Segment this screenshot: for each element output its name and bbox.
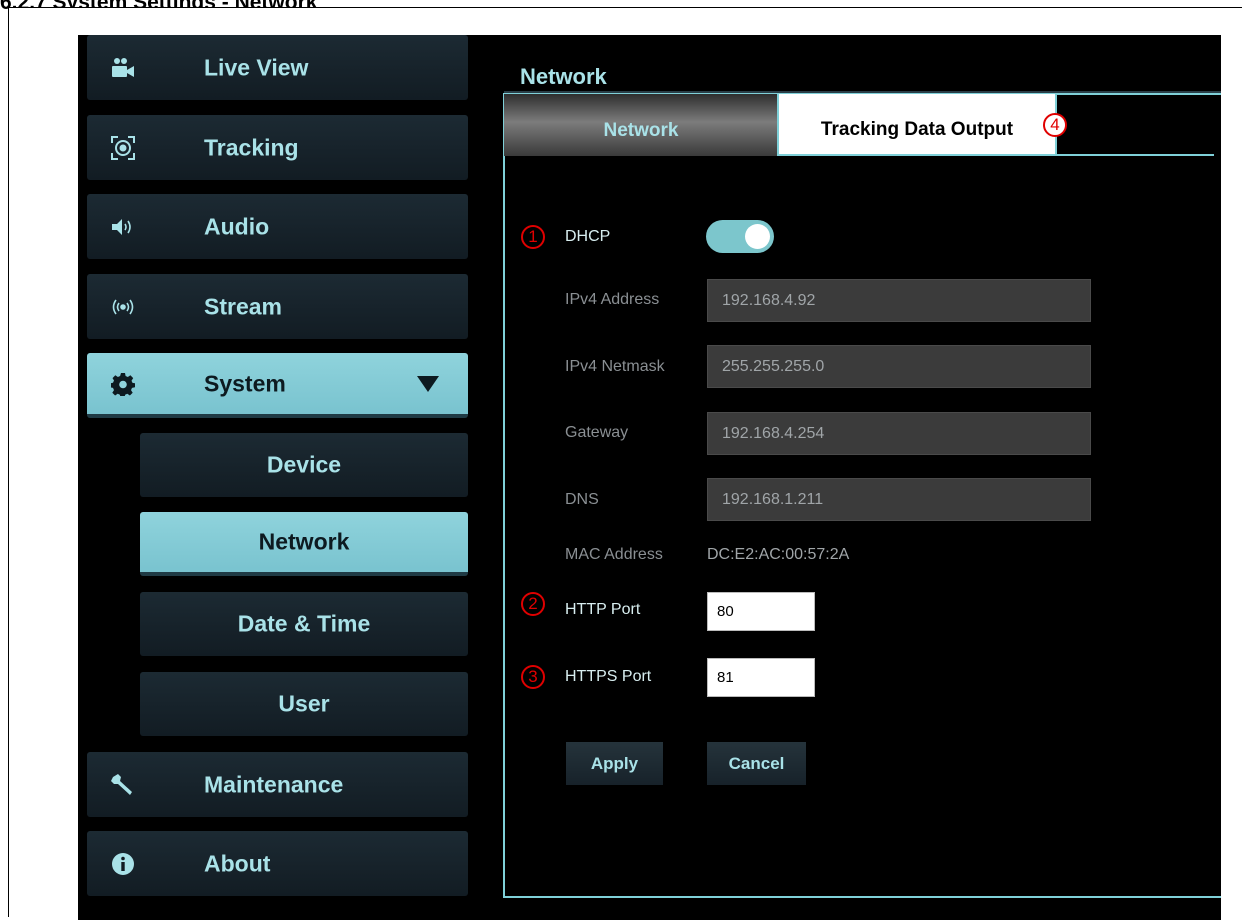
wrench-icon: [110, 772, 136, 798]
mac-address-value: DC:E2:AC:00:57:2A: [707, 546, 850, 563]
annotation-marker: 2: [521, 592, 545, 616]
sidebar-subitem-device[interactable]: Device: [140, 433, 468, 497]
video-camera-icon: [110, 55, 136, 81]
sidebar-item-label: Audio: [204, 213, 270, 239]
dns-field[interactable]: 192.168.1.211: [707, 478, 1091, 521]
gateway-field[interactable]: 192.168.4.254: [707, 412, 1091, 455]
info-icon: [110, 851, 136, 877]
figure-frame: Live View Tracking Audio Stream System D…: [8, 7, 1242, 920]
annotation-marker: 3: [521, 665, 545, 689]
sidebar-item-label: Live View: [204, 54, 309, 80]
caret-down-icon: [417, 375, 439, 392]
dhcp-toggle[interactable]: [706, 220, 774, 253]
speaker-icon: [110, 214, 136, 240]
sidebar-item-label: Tracking: [204, 134, 299, 160]
sidebar-subitem-label: Date & Time: [237, 610, 371, 637]
web-ui-screen: Live View Tracking Audio Stream System D…: [78, 35, 1221, 920]
sidebar-item-live-view[interactable]: Live View: [87, 35, 468, 100]
sidebar-item-label: Stream: [204, 293, 282, 319]
annotation-marker: 4: [1043, 113, 1067, 137]
ipv4-address-field[interactable]: 192.168.4.92: [707, 279, 1091, 322]
sidebar-subitem-label: Network: [258, 528, 350, 555]
sidebar-item-label: System: [204, 370, 286, 396]
sidebar-subitem-date-time[interactable]: Date & Time: [140, 592, 468, 656]
tab-label: Tracking Data Output: [820, 119, 1014, 140]
tab-tracking-data-output[interactable]: Tracking Data Output: [777, 94, 1057, 156]
mac-address-label: MAC Address: [565, 546, 663, 563]
gear-icon: [110, 371, 136, 397]
https-port-label: HTTPS Port: [565, 668, 652, 685]
page-title: Network: [520, 64, 607, 89]
sidebar-item-system[interactable]: System: [87, 353, 468, 418]
sidebar-item-tracking[interactable]: Tracking: [87, 115, 468, 180]
sidebar-subitem-label: Device: [266, 451, 342, 478]
sidebar-item-maintenance[interactable]: Maintenance: [87, 752, 468, 817]
ipv4-address-label: IPv4 Address: [565, 291, 660, 308]
tracking-target-icon: [110, 135, 136, 161]
tab-network[interactable]: Network: [504, 94, 778, 156]
http-port-input[interactable]: 80: [707, 592, 815, 631]
sidebar-subitem-network[interactable]: Network: [140, 512, 468, 576]
broadcast-icon: [110, 294, 136, 320]
sidebar-item-label: Maintenance: [204, 771, 344, 797]
sidebar-subitem-user[interactable]: User: [140, 672, 468, 736]
sidebar-item-stream[interactable]: Stream: [87, 274, 468, 339]
https-port-input[interactable]: 81: [707, 658, 815, 697]
sidebar-item-audio[interactable]: Audio: [87, 194, 468, 259]
sidebar-item-about[interactable]: About: [87, 831, 468, 896]
dns-label: DNS: [565, 491, 599, 508]
ipv4-netmask-field[interactable]: 255.255.255.0: [707, 345, 1091, 388]
apply-button[interactable]: Apply: [566, 742, 663, 785]
sidebar-subitem-label: User: [278, 690, 330, 717]
sidebar-item-label: About: [204, 850, 271, 876]
cancel-button[interactable]: Cancel: [707, 742, 806, 785]
toggle-knob: [745, 224, 770, 249]
annotation-marker: 1: [521, 225, 545, 249]
dhcp-label: DHCP: [565, 228, 611, 245]
tab-label: Network: [603, 120, 679, 141]
gateway-label: Gateway: [565, 424, 629, 441]
tab-bar-line: [1057, 154, 1214, 156]
ipv4-netmask-label: IPv4 Netmask: [565, 358, 665, 375]
http-port-label: HTTP Port: [565, 601, 641, 618]
